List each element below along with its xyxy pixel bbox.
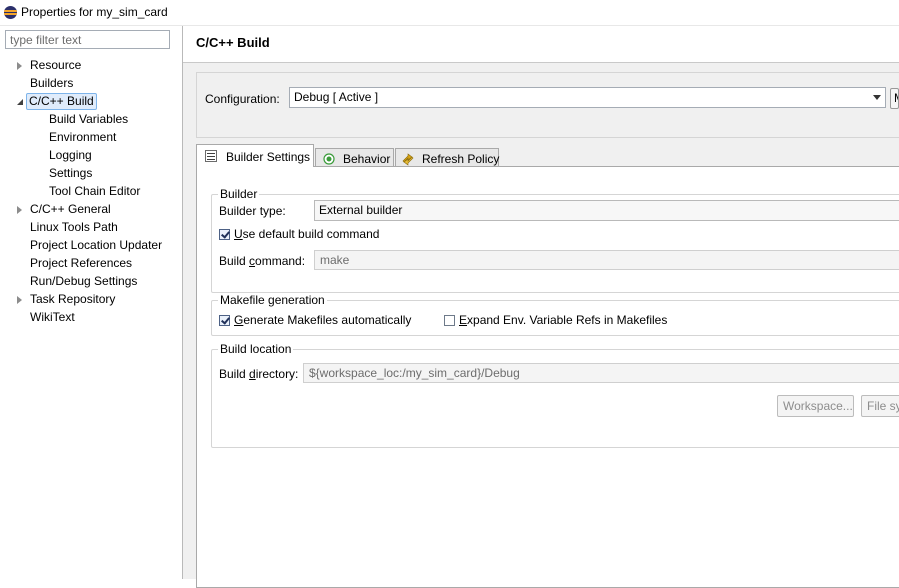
makefile-generation-group: Makefile generation Generate Makefiles a… <box>211 293 899 336</box>
property-tree-pane: Resource Builders C/C++ Build Build Vari… <box>0 26 183 579</box>
build-command-value: make <box>320 253 350 267</box>
mnemonic: U <box>234 227 243 241</box>
collapse-arrow-icon[interactable] <box>17 99 23 105</box>
configuration-select[interactable]: Debug [ Active ] <box>289 87 886 108</box>
label-rest: se default build command <box>242 227 380 241</box>
use-default-build-command-label[interactable]: Use default build command <box>234 227 379 241</box>
tree-item-task-repository[interactable]: Task Repository <box>17 291 118 308</box>
tree-item-cc-general[interactable]: C/C++ General <box>17 201 114 218</box>
tree-item-label: Resource <box>30 58 82 72</box>
tree-item-label: Environment <box>49 130 117 144</box>
tab-behavior[interactable]: Behavior <box>315 148 394 168</box>
tree-item-project-references[interactable]: Project References <box>27 255 135 272</box>
configuration-value: Debug [ Active ] <box>294 90 379 104</box>
workspace-button[interactable]: Workspace... <box>777 395 854 417</box>
build-location-group-title: Build location <box>218 342 294 356</box>
build-command-field[interactable]: make <box>314 250 899 270</box>
generate-makefiles-label[interactable]: Generate Makefiles automatically <box>234 313 411 327</box>
expand-env-variable-refs-label[interactable]: Expand Env. Variable Refs in Makefiles <box>459 313 667 327</box>
tree-item-label: WikiText <box>30 310 75 324</box>
tab-refresh-policy[interactable]: Refresh Policy <box>395 148 499 168</box>
tree-item-builders[interactable]: Builders <box>27 75 76 92</box>
workspace-button-label: Workspace... <box>783 399 853 413</box>
tree-item-project-location-updater[interactable]: Project Location Updater <box>27 237 165 254</box>
file-system-button-label: File sys <box>867 399 899 413</box>
tree-item-build-variables[interactable]: Build Variables <box>46 111 131 128</box>
manage-configurations-label: M <box>894 91 898 105</box>
label-rest: ommand: <box>255 254 306 268</box>
radio-dot-icon <box>323 153 335 165</box>
build-directory-label: Build directory: <box>219 367 299 381</box>
expand-arrow-icon[interactable] <box>17 296 22 304</box>
tree-item-label: Task Repository <box>30 292 116 306</box>
configuration-label: Configuration: <box>205 92 280 106</box>
tree-item-label: Project References <box>30 256 133 270</box>
mnemonic: G <box>234 313 244 327</box>
filter-input[interactable] <box>5 30 170 49</box>
builder-group: Builder Builder type: External builder U… <box>211 187 899 293</box>
list-icon <box>205 150 217 162</box>
tree-item-label: Run/Debug Settings <box>30 274 138 288</box>
use-default-build-command-checkbox[interactable] <box>219 229 230 240</box>
build-directory-field[interactable]: ${workspace_loc:/my_sim_card}/Debug <box>303 363 899 383</box>
tree-item-tool-chain-editor[interactable]: Tool Chain Editor <box>46 183 143 200</box>
tree-item-settings[interactable]: Settings <box>46 165 95 182</box>
tree-item-logging[interactable]: Logging <box>46 147 95 164</box>
page-header: C/C++ Build <box>183 26 899 63</box>
window-title: Properties for my_sim_card <box>21 5 168 19</box>
tree-item-cc-build[interactable]: C/C++ Build <box>17 93 97 110</box>
build-location-group: Build location Build directory: ${worksp… <box>211 342 899 448</box>
tree-item-label: Builders <box>30 76 74 90</box>
tree-item-label: Logging <box>49 148 92 162</box>
builder-type-value: External builder <box>319 203 403 217</box>
manage-configurations-button[interactable]: M <box>890 88 899 109</box>
tree-item-label: C/C++ General <box>30 202 111 216</box>
file-system-button[interactable]: File sys <box>861 395 899 417</box>
label-rest: xpand Env. Variable Refs in Makefiles <box>467 313 668 327</box>
builder-type-label: Builder type: <box>219 204 286 218</box>
tree-item-resource[interactable]: Resource <box>17 57 84 74</box>
tree-item-linux-tools-path[interactable]: Linux Tools Path <box>27 219 121 236</box>
refresh-arrows-icon <box>402 153 414 166</box>
tree-item-label: Linux Tools Path <box>30 220 118 234</box>
tab-builder-settings[interactable]: Builder Settings <box>196 144 314 167</box>
expand-arrow-icon[interactable] <box>17 206 22 214</box>
property-page-pane: C/C++ Build Configuration: Debug [ Activ… <box>183 26 899 588</box>
mnemonic: d <box>249 367 256 381</box>
builder-type-select[interactable]: External builder <box>314 200 899 221</box>
tree-item-label: Project Location Updater <box>30 238 163 252</box>
page-title: C/C++ Build <box>196 35 270 50</box>
builder-settings-panel: Builder Builder type: External builder U… <box>196 166 899 588</box>
tree-item-wikitext[interactable]: WikiText <box>27 309 78 326</box>
eclipse-app-icon <box>4 6 17 19</box>
build-command-label: Build command: <box>219 254 306 268</box>
tree-item-label: C/C++ Build <box>26 93 97 110</box>
tree-item-run-debug-settings[interactable]: Run/Debug Settings <box>27 273 140 290</box>
label-rest: irectory: <box>255 367 299 381</box>
label-rest: enerate Makefiles automatically <box>243 313 412 327</box>
window-titlebar: Properties for my_sim_card <box>0 0 899 26</box>
build-directory-value: ${workspace_loc:/my_sim_card}/Debug <box>309 366 520 380</box>
tab-label: Builder Settings <box>226 150 311 164</box>
tab-label: Behavior <box>343 152 391 166</box>
tree-item-label: Settings <box>49 166 93 180</box>
tree-item-label: Build Variables <box>49 112 129 126</box>
tree-item-environment[interactable]: Environment <box>46 129 119 146</box>
expand-env-variable-refs-checkbox[interactable] <box>444 315 455 326</box>
chevron-down-icon <box>873 95 881 100</box>
configuration-area: Configuration: Debug [ Active ] <box>196 72 899 138</box>
tab-label: Refresh Policy <box>422 152 500 166</box>
expand-arrow-icon[interactable] <box>17 62 22 70</box>
builder-group-title: Builder <box>218 187 260 201</box>
tree-item-label: Tool Chain Editor <box>49 184 141 198</box>
mnemonic: E <box>459 313 468 327</box>
makefile-generation-group-title: Makefile generation <box>218 293 327 307</box>
generate-makefiles-checkbox[interactable] <box>219 315 230 326</box>
